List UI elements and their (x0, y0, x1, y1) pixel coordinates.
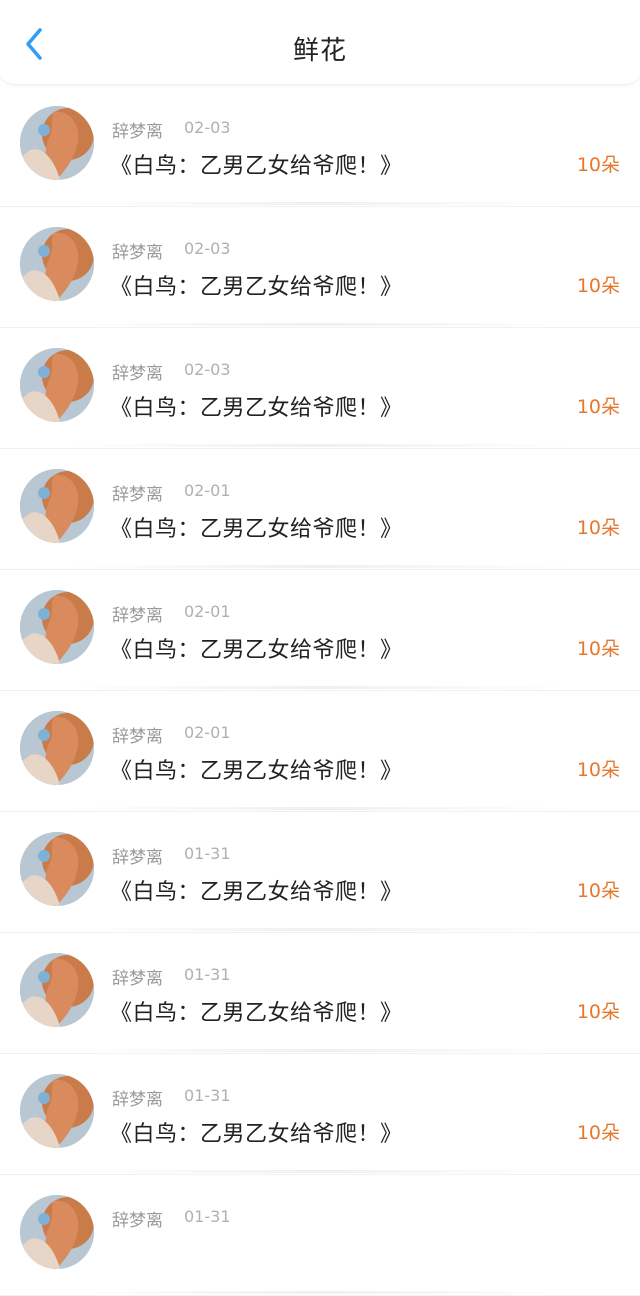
flower-count: 10朵 (576, 154, 620, 176)
work-title: 《白鸟：乙男乙女给爷爬！》 (110, 638, 403, 663)
row-divider (70, 1170, 570, 1173)
sender-name: 辞梦离 (112, 122, 163, 142)
record-date: 01-31 (184, 1086, 231, 1105)
sender-name: 辞梦离 (112, 969, 163, 989)
record-date: 02-03 (184, 360, 231, 379)
work-title: 《白鸟：乙男乙女给爷爬！》 (110, 275, 403, 300)
flower-count: 10朵 (576, 275, 620, 297)
avatar[interactable] (20, 590, 94, 664)
record-date: 02-01 (184, 602, 231, 621)
list-item[interactable]: 辞梦离 01-31 (0, 1175, 640, 1296)
record-date: 02-01 (184, 723, 231, 742)
list-item[interactable]: 辞梦离 01-31 《白鸟：乙男乙女给爷爬！》 10朵 (0, 933, 640, 1054)
flower-count: 10朵 (576, 638, 620, 660)
work-title: 《白鸟：乙男乙女给爷爬！》 (110, 880, 403, 905)
avatar[interactable] (20, 1074, 94, 1148)
sender-name: 辞梦离 (112, 606, 163, 626)
row-divider (70, 1049, 570, 1052)
list-item[interactable]: 辞梦离 02-01 《白鸟：乙男乙女给爷爬！》 10朵 (0, 570, 640, 691)
avatar[interactable] (20, 348, 94, 422)
avatar[interactable] (20, 1195, 94, 1269)
work-title: 《白鸟：乙男乙女给爷爬！》 (110, 154, 403, 179)
work-title: 《白鸟：乙男乙女给爷爬！》 (110, 1001, 403, 1026)
avatar[interactable] (20, 227, 94, 301)
row-divider (70, 1291, 570, 1294)
flower-count: 10朵 (576, 880, 620, 902)
record-date: 01-31 (184, 1207, 231, 1226)
flower-count: 10朵 (576, 1001, 620, 1023)
flower-count: 10朵 (576, 759, 620, 781)
sender-name: 辞梦离 (112, 485, 163, 505)
avatar[interactable] (20, 711, 94, 785)
list-item[interactable]: 辞梦离 01-31 《白鸟：乙男乙女给爷爬！》 10朵 (0, 1054, 640, 1175)
row-divider (70, 444, 570, 447)
record-date: 02-03 (184, 239, 231, 258)
record-date: 01-31 (184, 965, 231, 984)
record-date: 02-03 (184, 118, 231, 137)
row-divider (70, 807, 570, 810)
list-item[interactable]: 辞梦离 02-03 《白鸟：乙男乙女给爷爬！》 10朵 (0, 328, 640, 449)
sender-name: 辞梦离 (112, 848, 163, 868)
flower-record-list: 辞梦离 02-03 《白鸟：乙男乙女给爷爬！》 10朵 辞梦离 02-03 《白… (0, 86, 640, 1296)
list-item[interactable]: 辞梦离 01-31 《白鸟：乙男乙女给爷爬！》 10朵 (0, 812, 640, 933)
flower-count: 10朵 (576, 396, 620, 418)
page-title: 鲜花 (292, 36, 347, 66)
list-item[interactable]: 辞梦离 02-01 《白鸟：乙男乙女给爷爬！》 10朵 (0, 449, 640, 570)
row-divider (70, 686, 570, 689)
work-title: 《白鸟：乙男乙女给爷爬！》 (110, 396, 403, 421)
record-date: 02-01 (184, 481, 231, 500)
sender-name: 辞梦离 (112, 243, 163, 263)
avatar[interactable] (20, 106, 94, 180)
row-divider (70, 323, 570, 326)
sender-name: 辞梦离 (112, 1090, 163, 1110)
row-divider (70, 565, 570, 568)
avatar[interactable] (20, 832, 94, 906)
list-item[interactable]: 辞梦离 02-03 《白鸟：乙男乙女给爷爬！》 10朵 (0, 86, 640, 207)
work-title: 《白鸟：乙男乙女给爷爬！》 (110, 759, 403, 784)
flower-count: 10朵 (576, 1122, 620, 1144)
record-date: 01-31 (184, 844, 231, 863)
avatar[interactable] (20, 953, 94, 1027)
flower-count: 10朵 (576, 517, 620, 539)
work-title: 《白鸟：乙男乙女给爷爬！》 (110, 517, 403, 542)
sender-name: 辞梦离 (112, 727, 163, 747)
sender-name: 辞梦离 (112, 364, 163, 384)
list-item[interactable]: 辞梦离 02-03 《白鸟：乙男乙女给爷爬！》 10朵 (0, 207, 640, 328)
list-item[interactable]: 辞梦离 02-01 《白鸟：乙男乙女给爷爬！》 10朵 (0, 691, 640, 812)
row-divider (70, 928, 570, 931)
row-divider (70, 202, 570, 205)
avatar[interactable] (20, 469, 94, 543)
work-title: 《白鸟：乙男乙女给爷爬！》 (110, 1122, 403, 1147)
top-bar: 鲜花 (0, 0, 640, 85)
